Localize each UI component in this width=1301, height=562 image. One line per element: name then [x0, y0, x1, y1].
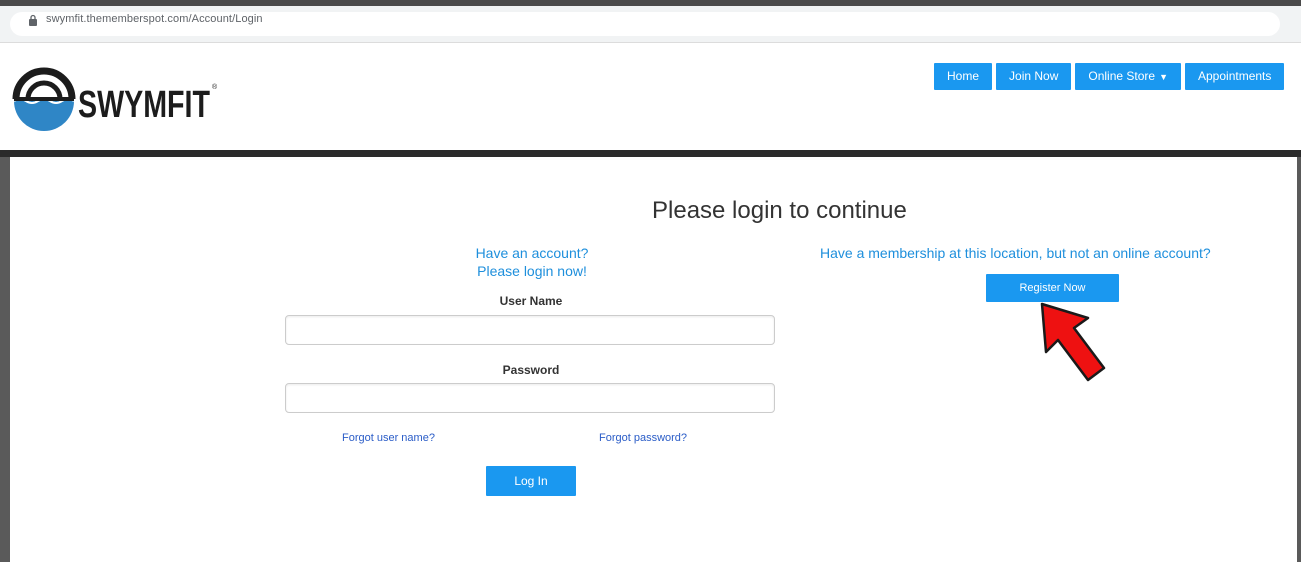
login-button[interactable]: Log In — [486, 466, 576, 496]
nav-appointments-label: Appointments — [1198, 69, 1272, 83]
url-text[interactable]: swymfit.thememberspot.com/Account/Login — [46, 13, 263, 25]
svg-text:®: ® — [212, 83, 218, 91]
caret-down-icon: ▼ — [1159, 72, 1168, 82]
nav-join-now-button[interactable]: Join Now — [996, 63, 1072, 90]
login-now-text: Please login now! — [477, 263, 587, 279]
browser-window: swymfit.thememberspot.com/Account/Login … — [0, 0, 1301, 562]
red-arrow-icon — [1040, 302, 1106, 382]
site-header: SWYMFIT ® Home Join Now Online Store ▼ Ap… — [0, 43, 1301, 151]
page-title: Please login to continue — [652, 197, 907, 224]
swymfit-logo[interactable]: SWYMFIT ® — [12, 63, 222, 133]
nav-appointments-button[interactable]: Appointments — [1185, 63, 1285, 90]
nav-home-label: Home — [947, 69, 980, 83]
username-input[interactable] — [285, 315, 775, 345]
page-left-border — [0, 157, 10, 562]
username-label: User Name — [499, 294, 563, 308]
password-label: Password — [502, 363, 560, 377]
forgot-username-link[interactable]: Forgot user name? — [342, 432, 435, 444]
main-nav: Home Join Now Online Store ▼ Appointments — [934, 63, 1285, 91]
nav-online-store-button[interactable]: Online Store ▼ — [1075, 63, 1181, 90]
lock-icon — [29, 14, 37, 26]
logo-wordmark: SWYMFIT — [78, 84, 210, 126]
header-divider — [0, 150, 1301, 157]
nav-online-store-label: Online Store — [1088, 69, 1156, 83]
have-account-text: Have an account? — [475, 245, 589, 261]
password-input[interactable] — [285, 383, 775, 413]
nav-join-now-label: Join Now — [1009, 69, 1059, 83]
forgot-password-link[interactable]: Forgot password? — [599, 432, 687, 444]
membership-prompt: Have a membership at this location, but … — [820, 245, 1211, 261]
nav-home-button[interactable]: Home — [934, 63, 993, 90]
page-right-border — [1297, 157, 1301, 562]
